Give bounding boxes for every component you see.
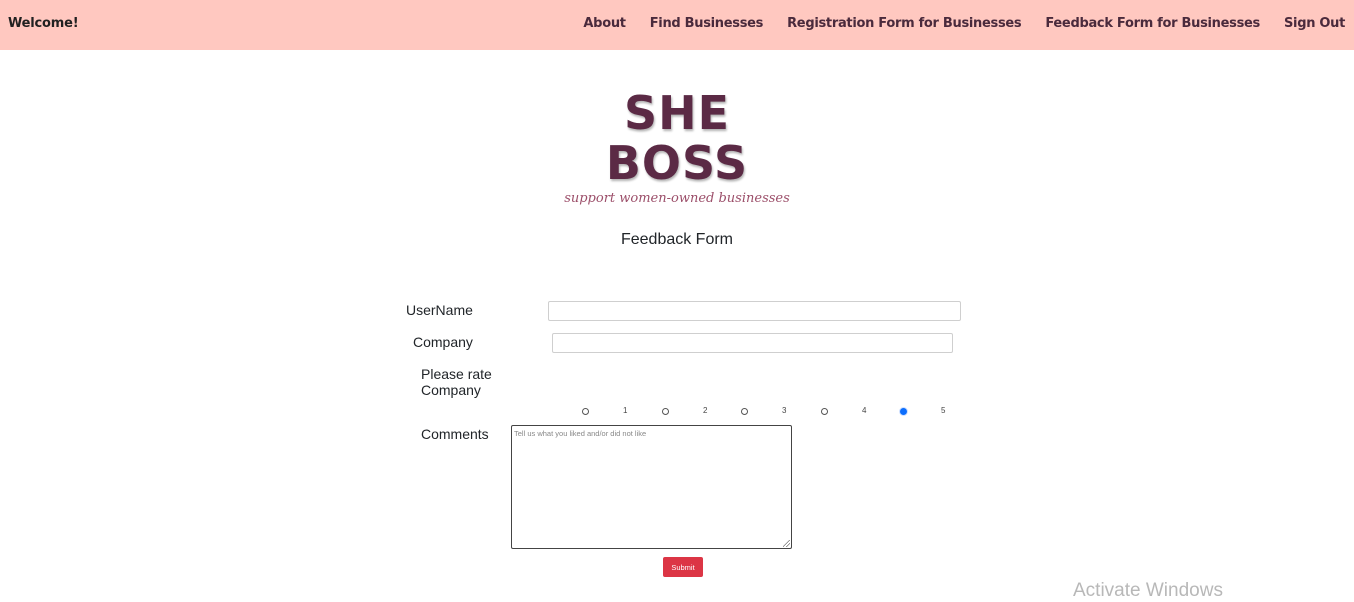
welcome-brand: Welcome! [8, 16, 79, 31]
username-input[interactable] [548, 301, 961, 321]
logo-tagline: support women-owned businesses [564, 191, 790, 206]
nav-link-feedback-form[interactable]: Feedback Form for Businesses [1045, 16, 1260, 31]
nav-link-sign-out[interactable]: Sign Out [1284, 16, 1345, 31]
comments-textarea[interactable]: Tell us what you liked and/or did not li… [511, 425, 792, 549]
rating-label-line2: Company [421, 382, 481, 398]
rating-radio-3[interactable] [741, 408, 748, 415]
top-navbar: Welcome! About Find Businesses Registrat… [0, 0, 1354, 50]
company-input[interactable] [552, 333, 953, 353]
rating-option-label-3: 3 [782, 406, 787, 415]
rating-radio-group: 1 2 3 4 5 [0, 405, 1354, 419]
nav-link-about[interactable]: About [583, 16, 626, 31]
rating-option-label-2: 2 [703, 406, 708, 415]
nav-link-registration-form[interactable]: Registration Form for Businesses [787, 16, 1022, 31]
username-label: UserName [406, 302, 473, 318]
company-label: Company [413, 334, 473, 350]
rating-label: Please rate Company [421, 366, 492, 398]
submit-button[interactable]: Submit [663, 557, 703, 577]
nav-link-find-businesses[interactable]: Find Businesses [650, 16, 764, 31]
resize-grip-icon[interactable] [783, 540, 790, 547]
rating-option-label-5: 5 [941, 406, 946, 415]
logo-she: SHE [623, 86, 731, 140]
rating-radio-4[interactable] [821, 408, 828, 415]
rating-radio-2[interactable] [662, 408, 669, 415]
rating-option-label-4: 4 [862, 406, 867, 415]
comments-label: Comments [421, 426, 489, 442]
page-title: Feedback Form [620, 231, 734, 248]
rating-option-label-1: 1 [623, 406, 628, 415]
nav-links: About Find Businesses Registration Form … [583, 16, 1345, 31]
activate-windows-watermark: Activate Windows [1073, 580, 1223, 601]
rating-radio-1[interactable] [582, 408, 589, 415]
comments-placeholder: Tell us what you liked and/or did not li… [514, 429, 647, 438]
rating-radio-5[interactable] [900, 408, 907, 415]
rating-label-line1: Please rate [421, 366, 492, 382]
logo-boss: BOSS [605, 136, 749, 190]
